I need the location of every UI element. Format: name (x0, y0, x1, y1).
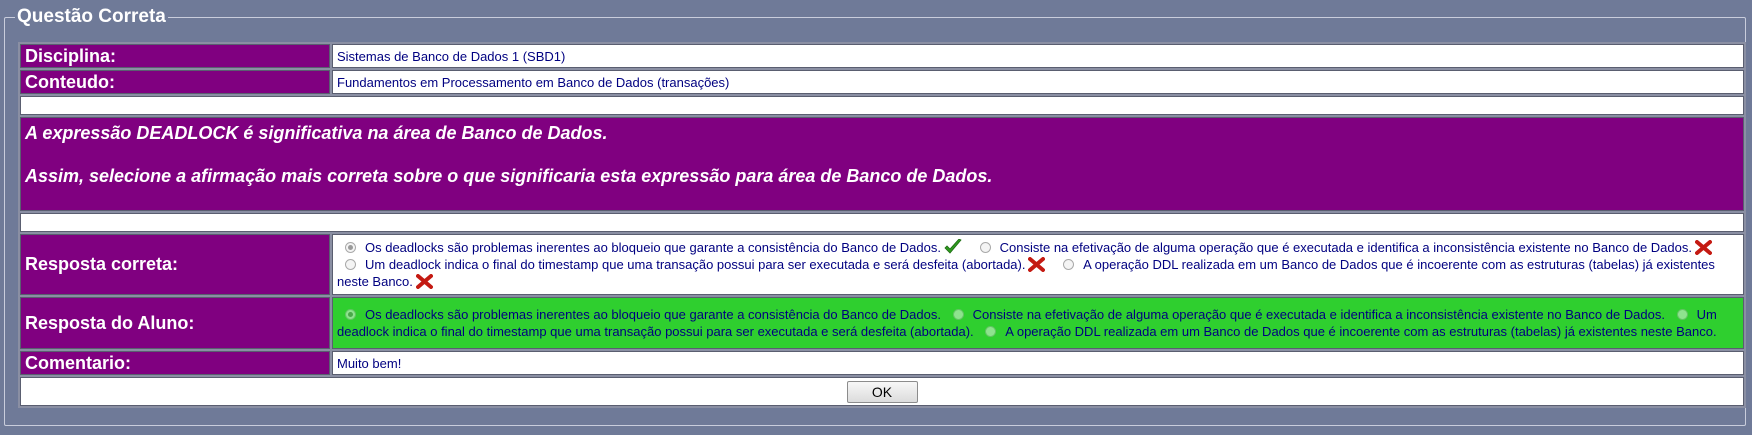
actions-row: OK (20, 377, 1744, 406)
question-line-2: Assim, selecione a afirmação mais corret… (25, 166, 993, 186)
disciplina-label: Disciplina: (20, 44, 330, 68)
correct-option-1[interactable]: Os deadlocks são problemas inerentes ao … (337, 239, 968, 255)
wrong-icon (415, 274, 433, 289)
resposta-correta-label: Resposta correta: (20, 234, 330, 295)
radio-icon[interactable] (985, 326, 997, 337)
panel-title: Questão Correta (17, 6, 166, 27)
correct-option-2[interactable]: Consiste na efetivação de alguma operaçã… (972, 240, 1718, 255)
disciplina-value: Sistemas de Banco de Dados 1 (SBD1) (332, 44, 1744, 68)
student-option-2[interactable]: Consiste na efetivação de alguma operaçã… (945, 307, 1665, 322)
radio-icon[interactable] (345, 242, 356, 253)
radio-icon[interactable] (952, 309, 964, 320)
comentario-value: Muito bem! (332, 351, 1744, 375)
comentario-label: Comentario: (20, 351, 330, 375)
resposta-aluno-label: Resposta do Aluno: (20, 297, 330, 349)
radio-icon[interactable] (345, 259, 356, 270)
conteudo-label: Conteudo: (20, 70, 330, 94)
question-text: A expressão DEADLOCK é significativa na … (20, 117, 1744, 211)
wrong-icon (1694, 240, 1712, 255)
question-line-1: A expressão DEADLOCK é significativa na … (25, 123, 608, 143)
resposta-aluno-options: Os deadlocks são problemas inerentes ao … (332, 297, 1744, 349)
conteudo-value: Fundamentos em Processamento em Banco de… (332, 70, 1744, 94)
question-table: Disciplina: Sistemas de Banco de Dados 1… (18, 42, 1746, 408)
radio-icon[interactable] (979, 242, 991, 253)
correct-option-3[interactable]: Um deadlock indica o final do timestamp … (337, 257, 1051, 272)
radio-icon[interactable] (345, 309, 356, 320)
spacer-row (20, 213, 1744, 232)
radio-icon[interactable] (1063, 259, 1075, 270)
spacer-row (20, 96, 1744, 115)
resposta-correta-options: Os deadlocks são problemas inerentes ao … (332, 234, 1744, 295)
correct-icon (944, 239, 962, 254)
student-option-4[interactable]: A operação DDL realizada em um Banco de … (977, 324, 1717, 339)
wrong-icon (1028, 257, 1046, 272)
ok-button[interactable]: OK (846, 381, 918, 403)
radio-icon[interactable] (1676, 309, 1688, 320)
student-option-1[interactable]: Os deadlocks são problemas inerentes ao … (337, 307, 941, 322)
